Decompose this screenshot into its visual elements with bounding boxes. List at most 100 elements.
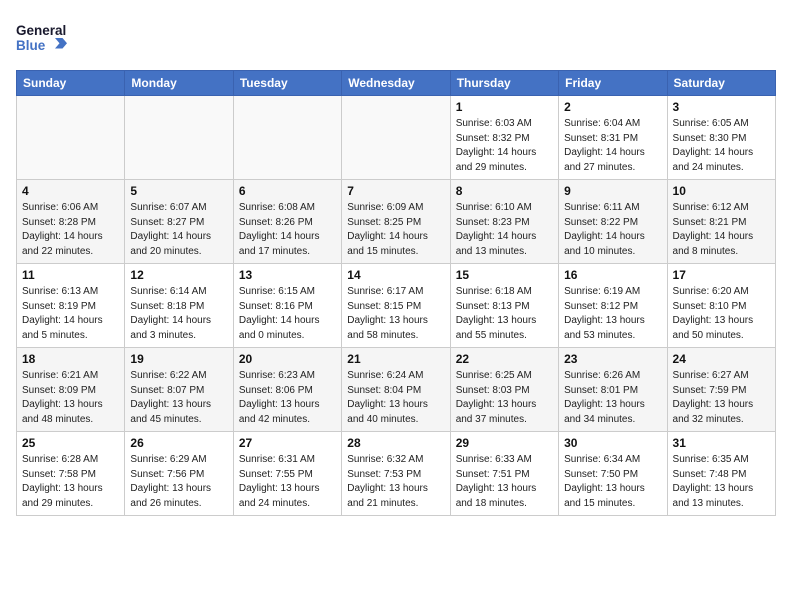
day-number: 9 (564, 184, 661, 198)
day-number: 14 (347, 268, 444, 282)
day-info: Sunrise: 6:18 AM Sunset: 8:13 PM Dayligh… (456, 285, 553, 343)
svg-text:General: General (16, 23, 66, 38)
day-info: Sunrise: 6:24 AM Sunset: 8:04 PM Dayligh… (347, 369, 444, 427)
day-info: Sunrise: 6:13 AM Sunset: 8:19 PM Dayligh… (22, 285, 119, 343)
day-cell: 22 Sunrise: 6:25 AM Sunset: 8:03 PM Dayli… (450, 348, 558, 432)
day-cell: 1Sunrise: 6:03 AM Sunset: 8:32 PM Daylig… (450, 96, 558, 180)
day-info: Sunrise: 6:27 AM Sunset: 7:59 PM Dayligh… (673, 369, 770, 427)
day-info: Sunrise: 6:10 AM Sunset: 8:23 PM Dayligh… (456, 201, 553, 259)
day-info: Sunrise: 6:35 AM Sunset: 7:48 PM Dayligh… (673, 453, 770, 511)
day-info: Sunrise: 6:03 AM Sunset: 8:32 PM Dayligh… (456, 117, 553, 175)
day-number: 28 (347, 436, 444, 450)
day-cell: 12 Sunrise: 6:14 AM Sunset: 8:18 PM Dayli… (125, 264, 233, 348)
day-cell: 16Sunrise: 6:19 AM Sunset: 8:12 PM Dayli… (559, 264, 667, 348)
weekday-header-row: SundayMondayTuesdayWednesdayThursdayFrid… (17, 71, 776, 96)
day-number: 8 (456, 184, 553, 198)
week-row-2: 4 Sunrise: 6:06 AM Sunset: 8:28 PM Daylig… (17, 180, 776, 264)
day-number: 16 (564, 268, 661, 282)
day-number: 3 (673, 100, 770, 114)
day-number: 6 (239, 184, 336, 198)
day-cell: 11 Sunrise: 6:13 AM Sunset: 8:19 PM Dayli… (17, 264, 125, 348)
logo: GeneralBlue (16, 16, 76, 60)
day-cell: 15 Sunrise: 6:18 AM Sunset: 8:13 PM Dayli… (450, 264, 558, 348)
day-info: Sunrise: 6:06 AM Sunset: 8:28 PM Dayligh… (22, 201, 119, 259)
week-row-4: 18 Sunrise: 6:21 AM Sunset: 8:09 PM Dayli… (17, 348, 776, 432)
day-info: Sunrise: 6:25 AM Sunset: 8:03 PM Dayligh… (456, 369, 553, 427)
day-cell: 2 Sunrise: 6:04 AM Sunset: 8:31 PM Daylig… (559, 96, 667, 180)
day-cell: 28 Sunrise: 6:32 AM Sunset: 7:53 PM Dayli… (342, 432, 450, 516)
calendar: SundayMondayTuesdayWednesdayThursdayFrid… (16, 70, 776, 516)
day-number: 30 (564, 436, 661, 450)
day-info: Sunrise: 6:29 AM Sunset: 7:56 PM Dayligh… (130, 453, 227, 511)
day-cell (17, 96, 125, 180)
day-info: Sunrise: 6:05 AM Sunset: 8:30 PM Dayligh… (673, 117, 770, 175)
day-info: Sunrise: 6:11 AM Sunset: 8:22 PM Dayligh… (564, 201, 661, 259)
day-cell (125, 96, 233, 180)
day-cell (233, 96, 341, 180)
day-cell: 9 Sunrise: 6:11 AM Sunset: 8:22 PM Daylig… (559, 180, 667, 264)
day-number: 2 (564, 100, 661, 114)
day-info: Sunrise: 6:12 AM Sunset: 8:21 PM Dayligh… (673, 201, 770, 259)
day-info: Sunrise: 6:20 AM Sunset: 8:10 PM Dayligh… (673, 285, 770, 343)
day-info: Sunrise: 6:07 AM Sunset: 8:27 PM Dayligh… (130, 201, 227, 259)
day-cell: 23Sunrise: 6:26 AM Sunset: 8:01 PM Dayli… (559, 348, 667, 432)
day-cell: 30 Sunrise: 6:34 AM Sunset: 7:50 PM Dayli… (559, 432, 667, 516)
day-cell: 27 Sunrise: 6:31 AM Sunset: 7:55 PM Dayli… (233, 432, 341, 516)
day-info: Sunrise: 6:31 AM Sunset: 7:55 PM Dayligh… (239, 453, 336, 511)
day-number: 12 (130, 268, 227, 282)
day-info: Sunrise: 6:23 AM Sunset: 8:06 PM Dayligh… (239, 369, 336, 427)
day-cell: 21 Sunrise: 6:24 AM Sunset: 8:04 PM Dayli… (342, 348, 450, 432)
day-number: 15 (456, 268, 553, 282)
day-cell: 29 Sunrise: 6:33 AM Sunset: 7:51 PM Dayli… (450, 432, 558, 516)
day-cell: 13Sunrise: 6:15 AM Sunset: 8:16 PM Dayli… (233, 264, 341, 348)
day-number: 21 (347, 352, 444, 366)
day-cell: 8 Sunrise: 6:10 AM Sunset: 8:23 PM Daylig… (450, 180, 558, 264)
day-number: 24 (673, 352, 770, 366)
day-cell: 10 Sunrise: 6:12 AM Sunset: 8:21 PM Dayli… (667, 180, 775, 264)
day-number: 4 (22, 184, 119, 198)
day-info: Sunrise: 6:21 AM Sunset: 8:09 PM Dayligh… (22, 369, 119, 427)
day-info: Sunrise: 6:14 AM Sunset: 8:18 PM Dayligh… (130, 285, 227, 343)
weekday-header-sunday: Sunday (17, 71, 125, 96)
day-cell: 17Sunrise: 6:20 AM Sunset: 8:10 PM Dayli… (667, 264, 775, 348)
day-number: 31 (673, 436, 770, 450)
day-info: Sunrise: 6:08 AM Sunset: 8:26 PM Dayligh… (239, 201, 336, 259)
day-info: Sunrise: 6:15 AM Sunset: 8:16 PM Dayligh… (239, 285, 336, 343)
day-cell: 4 Sunrise: 6:06 AM Sunset: 8:28 PM Daylig… (17, 180, 125, 264)
day-cell: 31 Sunrise: 6:35 AM Sunset: 7:48 PM Dayli… (667, 432, 775, 516)
day-cell: 26 Sunrise: 6:29 AM Sunset: 7:56 PM Dayli… (125, 432, 233, 516)
day-number: 26 (130, 436, 227, 450)
day-cell: 18 Sunrise: 6:21 AM Sunset: 8:09 PM Dayli… (17, 348, 125, 432)
day-cell (342, 96, 450, 180)
week-row-1: 1Sunrise: 6:03 AM Sunset: 8:32 PM Daylig… (17, 96, 776, 180)
day-info: Sunrise: 6:34 AM Sunset: 7:50 PM Dayligh… (564, 453, 661, 511)
day-number: 22 (456, 352, 553, 366)
day-cell: 14Sunrise: 6:17 AM Sunset: 8:15 PM Dayli… (342, 264, 450, 348)
logo-icon: GeneralBlue (16, 16, 76, 60)
day-number: 10 (673, 184, 770, 198)
day-cell: 20Sunrise: 6:23 AM Sunset: 8:06 PM Dayli… (233, 348, 341, 432)
weekday-header-saturday: Saturday (667, 71, 775, 96)
weekday-header-monday: Monday (125, 71, 233, 96)
day-info: Sunrise: 6:26 AM Sunset: 8:01 PM Dayligh… (564, 369, 661, 427)
day-number: 25 (22, 436, 119, 450)
day-cell: 5Sunrise: 6:07 AM Sunset: 8:27 PM Daylig… (125, 180, 233, 264)
day-cell: 3 Sunrise: 6:05 AM Sunset: 8:30 PM Daylig… (667, 96, 775, 180)
day-number: 27 (239, 436, 336, 450)
day-number: 7 (347, 184, 444, 198)
page-header: GeneralBlue (16, 16, 776, 60)
day-cell: 6 Sunrise: 6:08 AM Sunset: 8:26 PM Daylig… (233, 180, 341, 264)
day-number: 18 (22, 352, 119, 366)
day-info: Sunrise: 6:28 AM Sunset: 7:58 PM Dayligh… (22, 453, 119, 511)
day-cell: 25 Sunrise: 6:28 AM Sunset: 7:58 PM Dayli… (17, 432, 125, 516)
day-number: 11 (22, 268, 119, 282)
day-number: 19 (130, 352, 227, 366)
day-info: Sunrise: 6:33 AM Sunset: 7:51 PM Dayligh… (456, 453, 553, 511)
weekday-header-thursday: Thursday (450, 71, 558, 96)
weekday-header-wednesday: Wednesday (342, 71, 450, 96)
weekday-header-friday: Friday (559, 71, 667, 96)
day-info: Sunrise: 6:04 AM Sunset: 8:31 PM Dayligh… (564, 117, 661, 175)
week-row-3: 11 Sunrise: 6:13 AM Sunset: 8:19 PM Dayli… (17, 264, 776, 348)
day-info: Sunrise: 6:32 AM Sunset: 7:53 PM Dayligh… (347, 453, 444, 511)
day-number: 29 (456, 436, 553, 450)
